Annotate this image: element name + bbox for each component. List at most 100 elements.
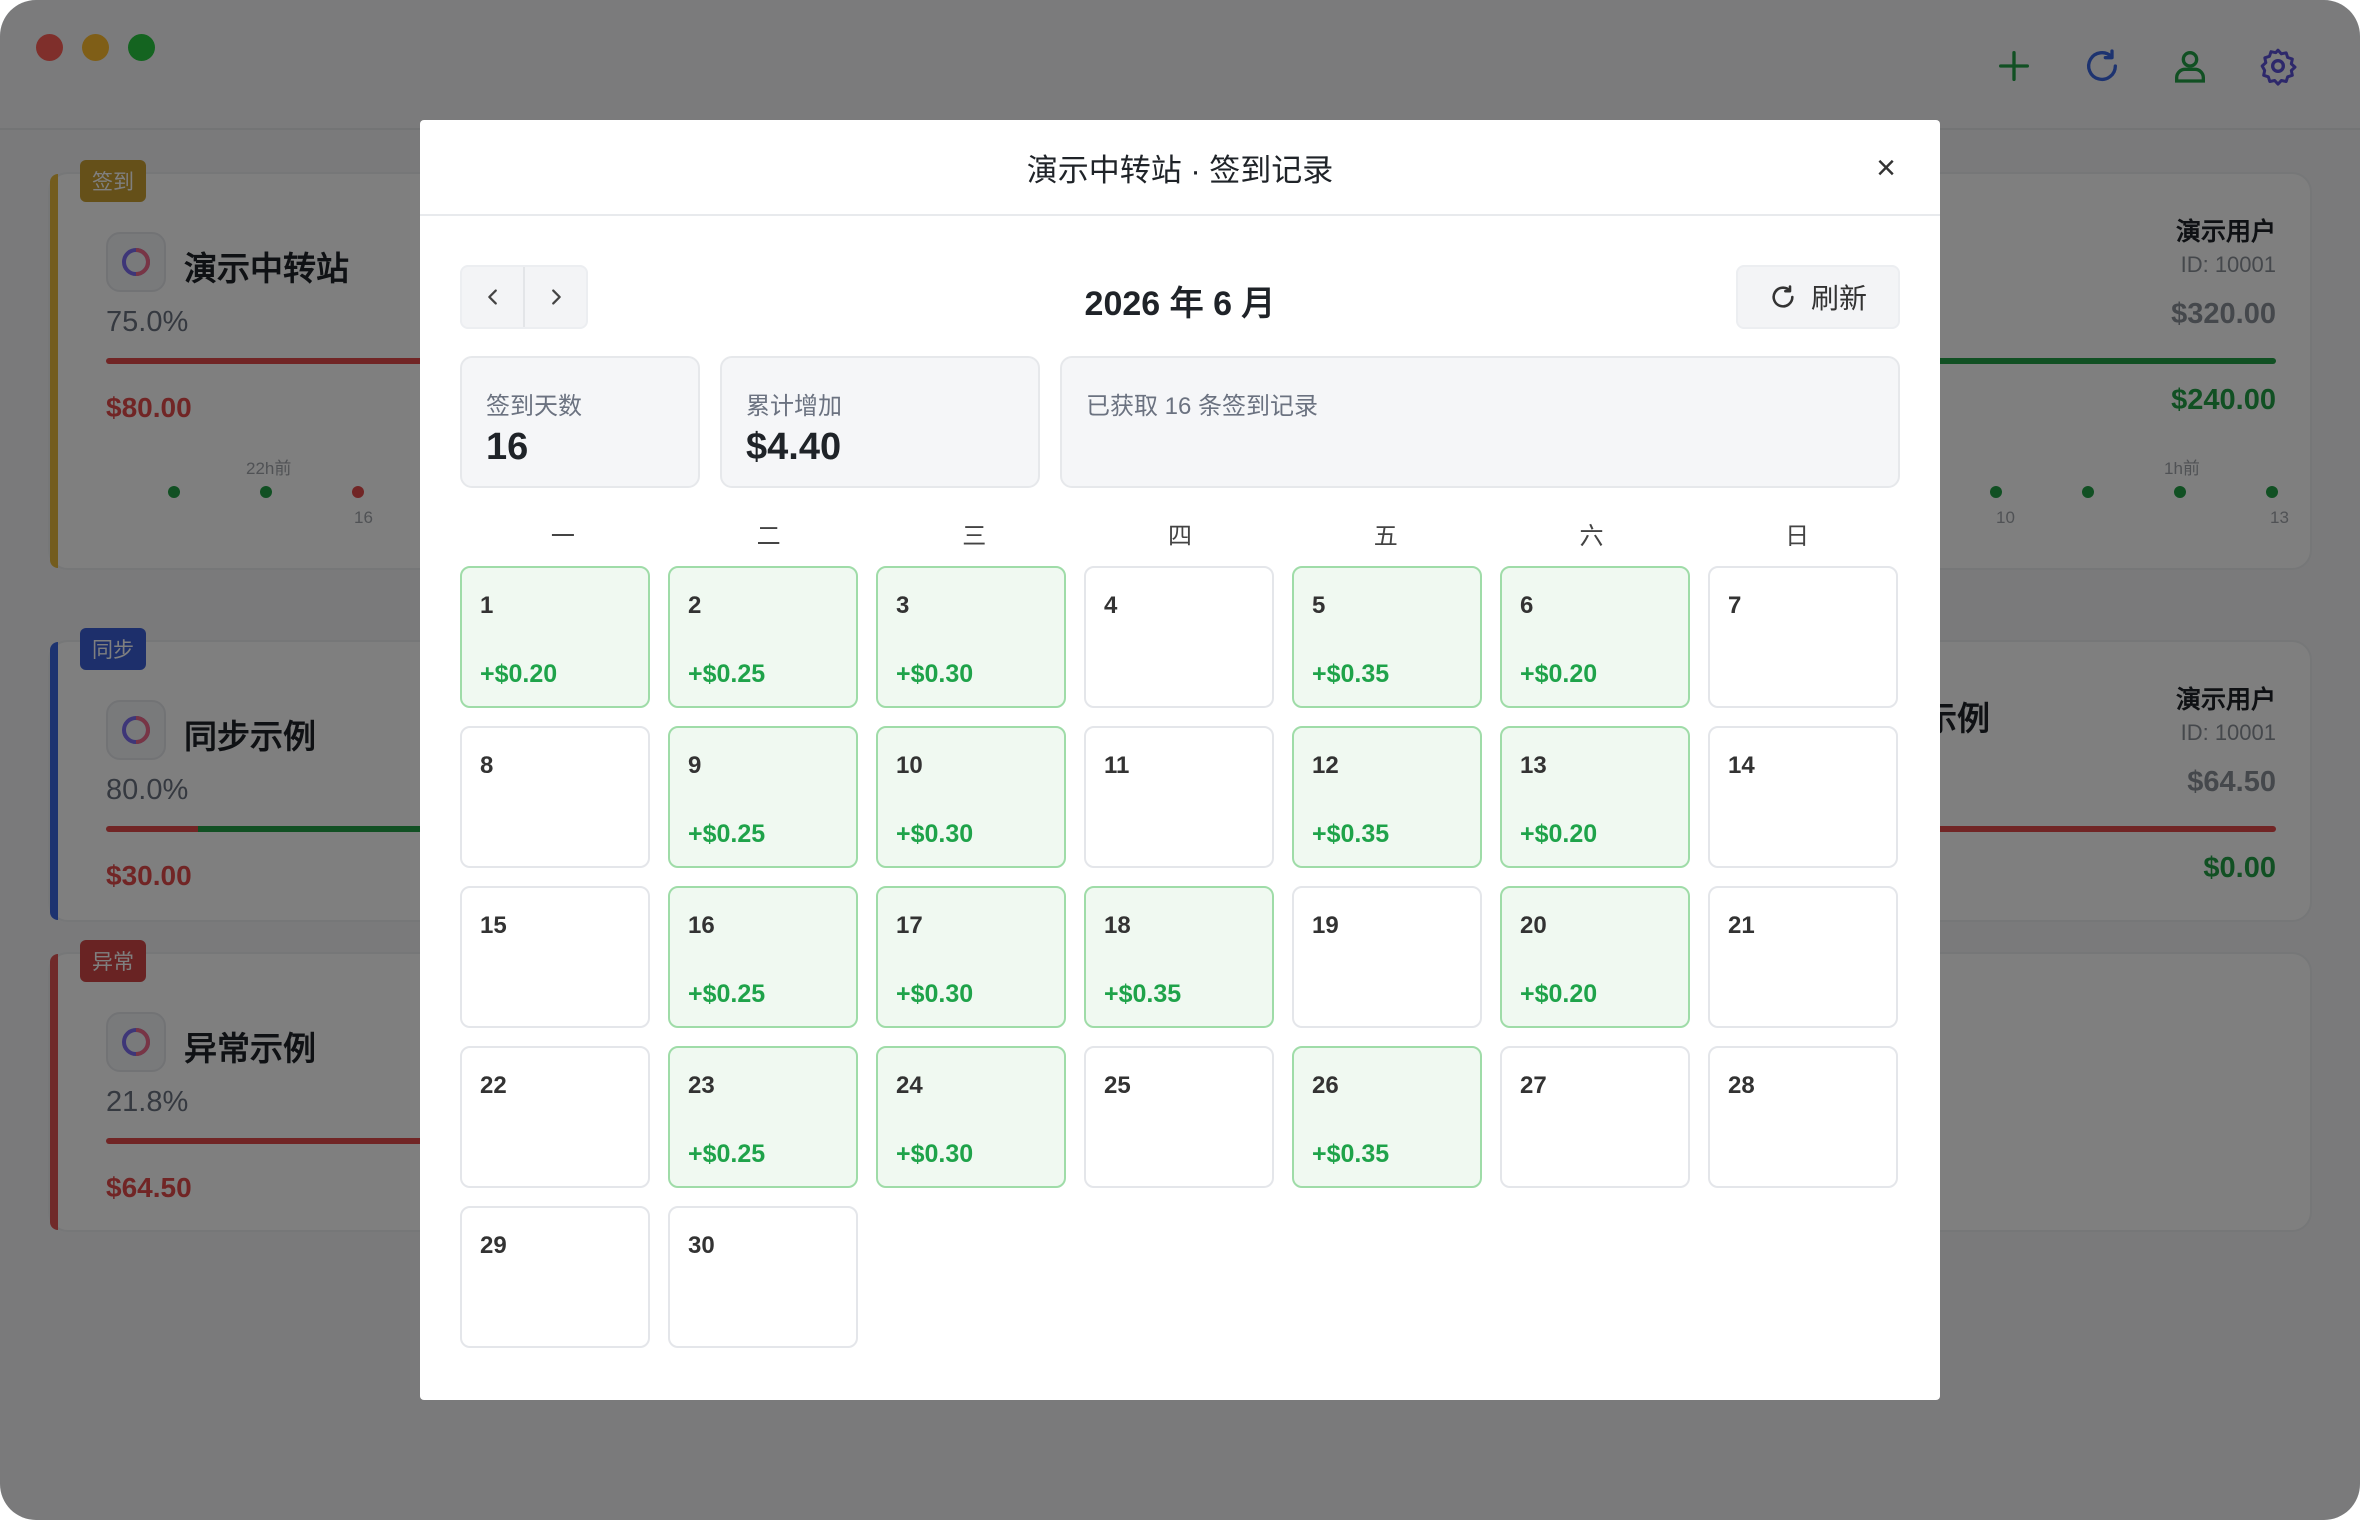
calendar-day[interactable]: 24 +$0.30 <box>876 1046 1066 1188</box>
records-info-text: 已获取 16 条签到记录 <box>1086 393 1319 420</box>
weekday-label: 六 <box>1579 523 1604 550</box>
stat-label: 累计增加 <box>746 393 842 420</box>
calendar-day[interactable]: 15 <box>460 886 650 1028</box>
day-number: 23 <box>688 1072 715 1099</box>
calendar-day[interactable]: 7 <box>1708 566 1898 708</box>
day-number: 2 <box>688 592 702 619</box>
day-number: 22 <box>480 1072 507 1099</box>
stat-label: 签到天数 <box>486 393 582 420</box>
calendar-day[interactable]: 27 <box>1500 1046 1690 1188</box>
day-number: 12 <box>1312 752 1339 779</box>
day-reward: +$0.35 <box>1312 820 1390 848</box>
stat-value: $4.40 <box>746 426 842 468</box>
month-title: 2026 年 6 月 <box>1084 285 1276 323</box>
day-number: 15 <box>480 912 507 939</box>
calendar-day[interactable]: 25 <box>1084 1046 1274 1188</box>
day-reward: +$0.30 <box>896 1140 974 1168</box>
calendar-day[interactable]: 17 +$0.30 <box>876 886 1066 1028</box>
weekday-header: 一 二 三 四 五 六 日 <box>460 516 1900 551</box>
day-number: 18 <box>1104 912 1131 939</box>
day-reward: +$0.35 <box>1312 1140 1390 1168</box>
day-number: 6 <box>1520 592 1534 619</box>
calendar-day[interactable]: 26 +$0.35 <box>1292 1046 1482 1188</box>
day-reward: +$0.25 <box>688 980 766 1008</box>
day-number: 29 <box>480 1232 507 1259</box>
day-number: 9 <box>688 752 702 779</box>
calendar-day[interactable]: 30 <box>668 1206 858 1348</box>
modal-title: 演示中转站 · 签到记录 <box>1026 152 1334 188</box>
calendar-day[interactable]: 29 <box>460 1206 650 1348</box>
calendar-day[interactable]: 4 <box>1084 566 1274 708</box>
day-number: 19 <box>1312 912 1339 939</box>
day-reward: +$0.35 <box>1104 980 1182 1008</box>
day-number: 7 <box>1728 592 1742 619</box>
day-number: 25 <box>1104 1072 1131 1099</box>
day-number: 16 <box>688 912 715 939</box>
modal-header: 演示中转站 · 签到记录 × <box>420 120 1940 216</box>
day-reward: +$0.25 <box>688 820 766 848</box>
refresh-icon <box>1772 285 1794 308</box>
records-info: 已获取 16 条签到记录 <box>1060 356 1900 488</box>
day-reward: +$0.30 <box>896 660 974 688</box>
day-reward: +$0.20 <box>1520 660 1598 688</box>
weekday-label: 三 <box>962 523 987 550</box>
day-number: 10 <box>896 752 923 779</box>
weekday-label: 日 <box>1785 523 1810 550</box>
refresh-label: 刷新 <box>1810 283 1867 314</box>
day-number: 30 <box>688 1232 715 1259</box>
app-window: 签到 演示中转站 75.0% $80.00 22h前 16 演示用户 ID: 1… <box>0 0 2360 1520</box>
day-number: 5 <box>1312 592 1326 619</box>
close-icon[interactable]: × <box>1868 149 1904 187</box>
calendar-day[interactable]: 5 +$0.35 <box>1292 566 1482 708</box>
day-number: 3 <box>896 592 910 619</box>
calendar-day[interactable]: 2 +$0.25 <box>668 566 858 708</box>
calendar-day[interactable]: 6 +$0.20 <box>1500 566 1690 708</box>
refresh-button[interactable]: 刷新 <box>1736 265 1900 329</box>
day-number: 24 <box>896 1072 923 1099</box>
total-reward-stat: 累计增加 $4.40 <box>720 356 1040 488</box>
calendar-day[interactable]: 8 <box>460 726 650 868</box>
day-reward: +$0.30 <box>896 820 974 848</box>
day-number: 14 <box>1728 752 1755 779</box>
day-number: 8 <box>480 752 494 779</box>
calendar-day[interactable]: 10 +$0.30 <box>876 726 1066 868</box>
day-number: 11 <box>1104 752 1130 779</box>
checkin-days-stat: 签到天数 16 <box>460 356 700 488</box>
calendar-day[interactable]: 16 +$0.25 <box>668 886 858 1028</box>
weekday-label: 二 <box>756 523 781 550</box>
day-number: 27 <box>1520 1072 1547 1099</box>
day-reward: +$0.20 <box>1520 820 1598 848</box>
calendar-day[interactable]: 9 +$0.25 <box>668 726 858 868</box>
calendar-day[interactable]: 20 +$0.20 <box>1500 886 1690 1028</box>
day-reward: +$0.25 <box>688 1140 766 1168</box>
day-reward: +$0.35 <box>1312 660 1390 688</box>
day-reward: +$0.20 <box>1520 980 1598 1008</box>
calendar-day[interactable]: 19 <box>1292 886 1482 1028</box>
calendar-day[interactable]: 12 +$0.35 <box>1292 726 1482 868</box>
calendar-day[interactable]: 1 +$0.20 <box>460 566 650 708</box>
day-number: 4 <box>1104 592 1118 619</box>
calendar-grid: 1 +$0.20 2 +$0.25 3 +$0.30 4 5 +$0.35 6 +$0.20 7 8 9 +… <box>460 566 1900 1348</box>
day-number: 26 <box>1312 1072 1339 1099</box>
calendar-day[interactable]: 14 <box>1708 726 1898 868</box>
day-number: 20 <box>1520 912 1547 939</box>
calendar-day[interactable]: 28 <box>1708 1046 1898 1188</box>
day-number: 28 <box>1728 1072 1755 1099</box>
calendar-day[interactable]: 3 +$0.30 <box>876 566 1066 708</box>
day-number: 13 <box>1520 752 1547 779</box>
calendar-day[interactable]: 11 <box>1084 726 1274 868</box>
weekday-label: 五 <box>1373 523 1398 550</box>
calendar-day[interactable]: 13 +$0.20 <box>1500 726 1690 868</box>
day-number: 21 <box>1728 912 1755 939</box>
calendar-day[interactable]: 21 <box>1708 886 1898 1028</box>
day-reward: +$0.20 <box>480 660 558 688</box>
weekday-label: 一 <box>550 523 575 550</box>
checkin-history-modal: 演示中转站 · 签到记录 × 2026 年 6 月 刷新 签到天数 16 累计增… <box>420 120 1940 1400</box>
calendar-day[interactable]: 18 +$0.35 <box>1084 886 1274 1028</box>
day-number: 17 <box>896 912 923 939</box>
day-reward: +$0.25 <box>688 660 766 688</box>
calendar-day[interactable]: 23 +$0.25 <box>668 1046 858 1188</box>
day-number: 1 <box>480 592 494 619</box>
stat-value: 16 <box>486 426 529 468</box>
calendar-day[interactable]: 22 <box>460 1046 650 1188</box>
